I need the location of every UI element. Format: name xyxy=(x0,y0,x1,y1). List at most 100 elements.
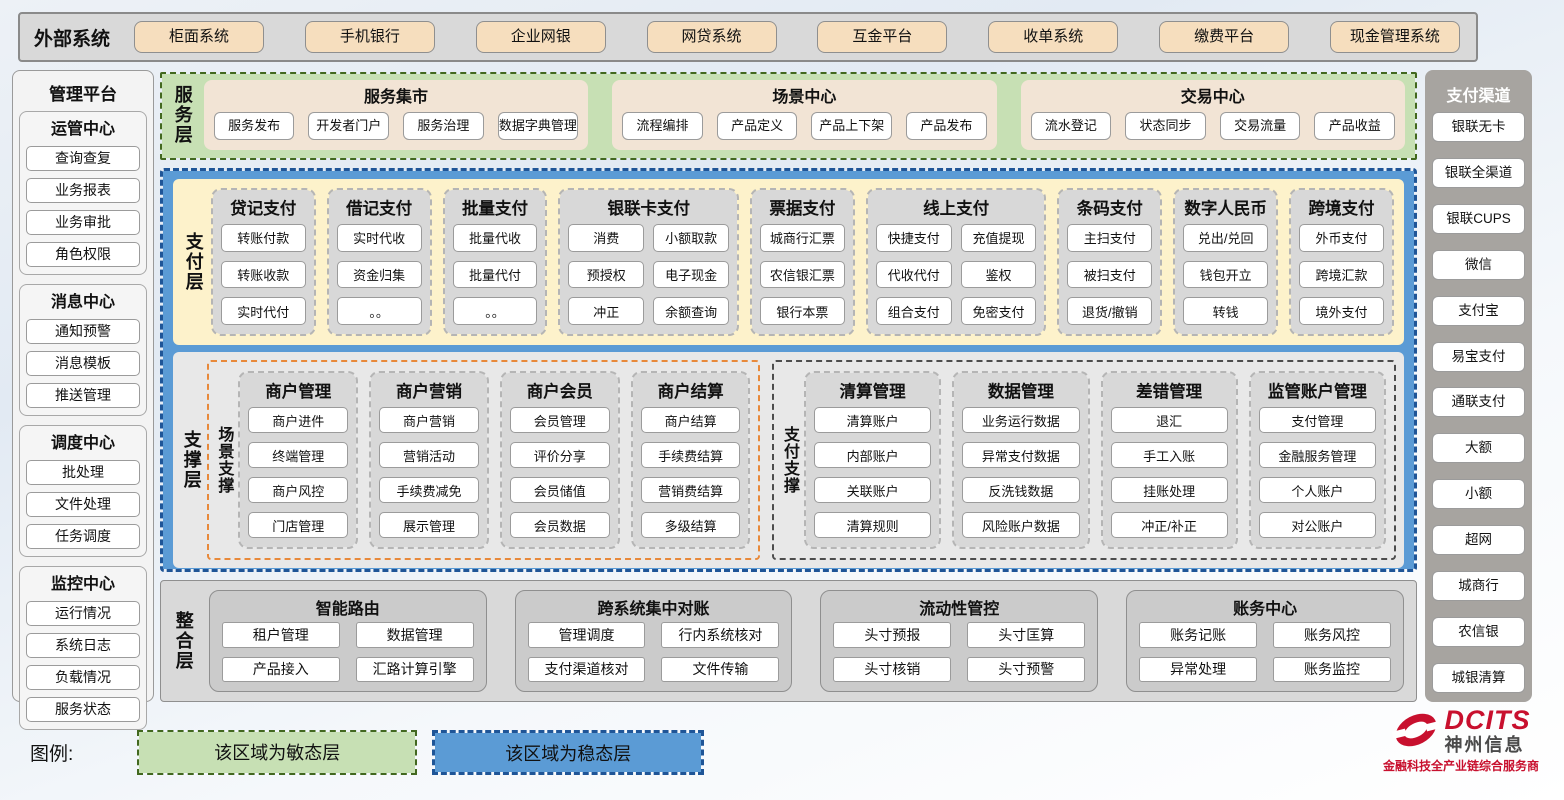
payment-channel-button[interactable]: 银联CUPS xyxy=(1432,204,1525,234)
payment-item-button[interactable]: 主扫支付 xyxy=(1067,224,1152,252)
management-item-button[interactable]: 消息模板 xyxy=(26,351,140,376)
external-system-button[interactable]: 收单系统 xyxy=(988,21,1118,53)
payment-channel-button[interactable]: 城银清算 xyxy=(1432,663,1525,693)
payment-item-button[interactable]: 小额取款 xyxy=(653,224,729,252)
management-item-button[interactable]: 负载情况 xyxy=(26,665,140,690)
support-item-button[interactable]: 清算规则 xyxy=(814,512,931,538)
support-item-button[interactable]: 商户进件 xyxy=(248,407,348,433)
payment-item-button[interactable]: 外币支付 xyxy=(1299,224,1384,252)
management-item-button[interactable]: 业务审批 xyxy=(26,210,140,235)
payment-item-button[interactable]: 被扫支付 xyxy=(1067,261,1152,289)
payment-channel-button[interactable]: 超网 xyxy=(1432,525,1525,555)
payment-item-button[interactable]: 。。 xyxy=(453,297,538,325)
management-item-button[interactable]: 服务状态 xyxy=(26,697,140,722)
service-item-button[interactable]: 流水登记 xyxy=(1031,112,1112,140)
support-item-button[interactable]: 会员数据 xyxy=(510,512,610,538)
support-item-button[interactable]: 异常支付数据 xyxy=(962,442,1079,468)
support-item-button[interactable]: 终端管理 xyxy=(248,442,348,468)
integration-item-button[interactable]: 租户管理 xyxy=(222,622,340,648)
payment-item-button[interactable]: 实时代付 xyxy=(221,297,306,325)
support-item-button[interactable]: 会员管理 xyxy=(510,407,610,433)
payment-item-button[interactable]: 。。 xyxy=(337,297,422,325)
payment-item-button[interactable]: 预授权 xyxy=(568,261,644,289)
management-item-button[interactable]: 业务报表 xyxy=(26,178,140,203)
support-item-button[interactable]: 营销活动 xyxy=(379,442,479,468)
payment-item-button[interactable]: 银行本票 xyxy=(760,297,845,325)
service-item-button[interactable]: 开发者门户 xyxy=(308,112,389,140)
support-item-button[interactable]: 商户风控 xyxy=(248,477,348,503)
payment-item-button[interactable]: 组合支付 xyxy=(876,297,952,325)
management-item-button[interactable]: 任务调度 xyxy=(26,524,140,549)
integration-item-button[interactable]: 账务监控 xyxy=(1273,657,1391,683)
payment-item-button[interactable]: 兑出/兑回 xyxy=(1183,224,1268,252)
integration-item-button[interactable]: 行内系统核对 xyxy=(661,622,779,648)
payment-item-button[interactable]: 代收代付 xyxy=(876,261,952,289)
support-item-button[interactable]: 挂账处理 xyxy=(1111,477,1228,503)
support-item-button[interactable]: 评价分享 xyxy=(510,442,610,468)
management-item-button[interactable]: 角色权限 xyxy=(26,242,140,267)
payment-item-button[interactable]: 钱包开立 xyxy=(1183,261,1268,289)
integration-item-button[interactable]: 账务记账 xyxy=(1139,622,1257,648)
integration-item-button[interactable]: 文件传输 xyxy=(661,657,779,683)
support-item-button[interactable]: 个人账户 xyxy=(1259,477,1376,503)
payment-channel-button[interactable]: 支付宝 xyxy=(1432,296,1525,326)
management-item-button[interactable]: 运行情况 xyxy=(26,601,140,626)
management-item-button[interactable]: 查询查复 xyxy=(26,146,140,171)
external-system-button[interactable]: 现金管理系统 xyxy=(1330,21,1460,53)
payment-item-button[interactable]: 免密支付 xyxy=(961,297,1037,325)
service-item-button[interactable]: 产品收益 xyxy=(1314,112,1395,140)
support-item-button[interactable]: 会员储值 xyxy=(510,477,610,503)
integration-item-button[interactable]: 头寸预警 xyxy=(967,657,1085,683)
payment-item-button[interactable]: 批量代收 xyxy=(453,224,538,252)
external-system-button[interactable]: 互金平台 xyxy=(817,21,947,53)
payment-channel-button[interactable]: 易宝支付 xyxy=(1432,342,1525,372)
payment-item-button[interactable]: 批量代付 xyxy=(453,261,538,289)
service-item-button[interactable]: 状态同步 xyxy=(1125,112,1206,140)
support-item-button[interactable]: 支付管理 xyxy=(1259,407,1376,433)
payment-channel-button[interactable]: 小额 xyxy=(1432,479,1525,509)
payment-item-button[interactable]: 跨境汇款 xyxy=(1299,261,1384,289)
integration-item-button[interactable]: 产品接入 xyxy=(222,657,340,683)
payment-item-button[interactable]: 资金归集 xyxy=(337,261,422,289)
payment-channel-button[interactable]: 微信 xyxy=(1432,250,1525,280)
support-item-button[interactable]: 退汇 xyxy=(1111,407,1228,433)
payment-item-button[interactable]: 城商行汇票 xyxy=(760,224,845,252)
support-item-button[interactable]: 手工入账 xyxy=(1111,442,1228,468)
integration-item-button[interactable]: 异常处理 xyxy=(1139,657,1257,683)
payment-item-button[interactable]: 农信银汇票 xyxy=(760,261,845,289)
service-item-button[interactable]: 服务发布 xyxy=(214,112,295,140)
payment-channel-button[interactable]: 通联支付 xyxy=(1432,387,1525,417)
payment-item-button[interactable]: 余额查询 xyxy=(653,297,729,325)
management-item-button[interactable]: 系统日志 xyxy=(26,633,140,658)
integration-item-button[interactable]: 头寸匡算 xyxy=(967,622,1085,648)
management-item-button[interactable]: 通知预警 xyxy=(26,319,140,344)
management-item-button[interactable]: 批处理 xyxy=(26,460,140,485)
service-item-button[interactable]: 交易流量 xyxy=(1220,112,1301,140)
payment-item-button[interactable]: 电子现金 xyxy=(653,261,729,289)
service-item-button[interactable]: 产品发布 xyxy=(906,112,987,140)
payment-channel-button[interactable]: 银联无卡 xyxy=(1432,112,1525,142)
service-item-button[interactable]: 产品定义 xyxy=(717,112,798,140)
payment-item-button[interactable]: 充值提现 xyxy=(961,224,1037,252)
management-item-button[interactable]: 推送管理 xyxy=(26,383,140,408)
support-item-button[interactable]: 手续费减免 xyxy=(379,477,479,503)
external-system-button[interactable]: 柜面系统 xyxy=(134,21,264,53)
management-item-button[interactable]: 文件处理 xyxy=(26,492,140,517)
payment-item-button[interactable]: 转账收款 xyxy=(221,261,306,289)
support-item-button[interactable]: 门店管理 xyxy=(248,512,348,538)
support-item-button[interactable]: 内部账户 xyxy=(814,442,931,468)
payment-item-button[interactable]: 快捷支付 xyxy=(876,224,952,252)
payment-item-button[interactable]: 实时代收 xyxy=(337,224,422,252)
support-item-button[interactable]: 商户结算 xyxy=(641,407,741,433)
payment-channel-button[interactable]: 银联全渠道 xyxy=(1432,158,1525,188)
integration-item-button[interactable]: 支付渠道核对 xyxy=(528,657,646,683)
support-item-button[interactable]: 反洗钱数据 xyxy=(962,477,1079,503)
support-item-button[interactable]: 展示管理 xyxy=(379,512,479,538)
support-item-button[interactable]: 对公账户 xyxy=(1259,512,1376,538)
support-item-button[interactable]: 多级结算 xyxy=(641,512,741,538)
support-item-button[interactable]: 冲正/补正 xyxy=(1111,512,1228,538)
external-system-button[interactable]: 网贷系统 xyxy=(647,21,777,53)
integration-item-button[interactable]: 账务风控 xyxy=(1273,622,1391,648)
payment-channel-button[interactable]: 城商行 xyxy=(1432,571,1525,601)
payment-item-button[interactable]: 鉴权 xyxy=(961,261,1037,289)
